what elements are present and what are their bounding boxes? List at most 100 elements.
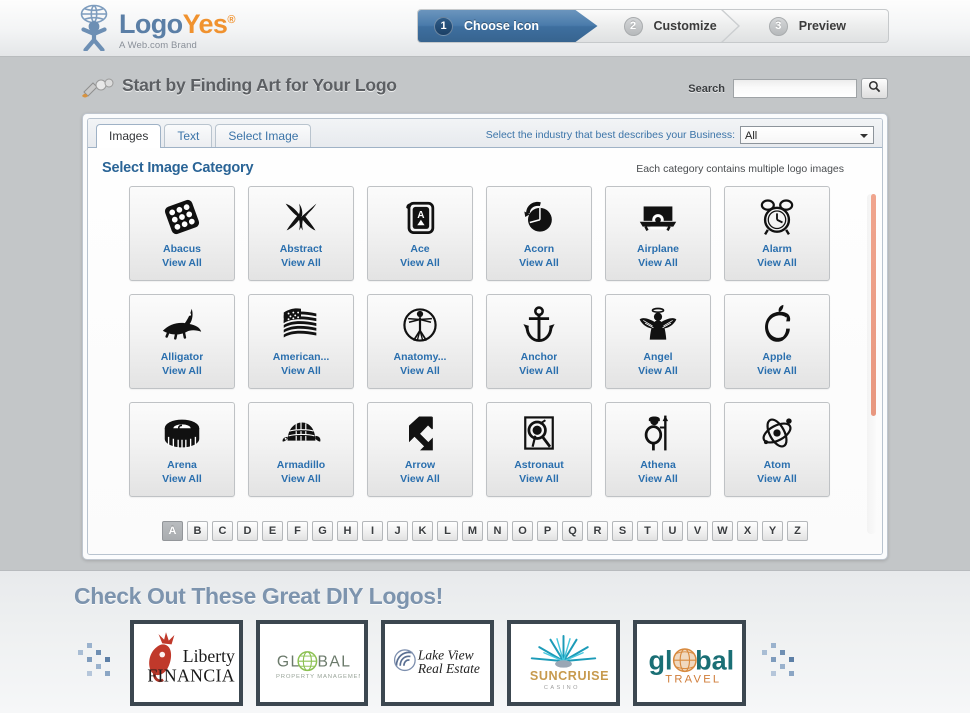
category-view-all-link[interactable]: View All	[400, 364, 440, 378]
logo-card-global-travel[interactable]: gl bal TRAVEL	[633, 620, 746, 706]
category-name: Alligator	[160, 351, 204, 363]
scrollbar-thumb[interactable]	[871, 194, 876, 416]
section-note: Each category contains multiple logo ima…	[636, 163, 844, 175]
category-tile[interactable]: Arrow View All	[367, 402, 473, 497]
step-choose-icon[interactable]: 1 Choose Icon	[418, 10, 598, 42]
alphabet-letter-k[interactable]: K	[412, 521, 433, 541]
alphabet-letter-o[interactable]: O	[512, 521, 533, 541]
alphabet-letter-s[interactable]: S	[612, 521, 633, 541]
alphabet-letter-i[interactable]: I	[362, 521, 383, 541]
logo-card-lake-view-real-estate[interactable]: Lake View Real Estate	[381, 620, 494, 706]
logo-card-suncruise-casino[interactable]: SUNCRUISE CASINO	[507, 620, 620, 706]
category-tile[interactable]: Arena View All	[129, 402, 235, 497]
category-view-all-link[interactable]: View All	[757, 364, 797, 378]
brand-tagline: A Web.com Brand	[119, 40, 197, 51]
step-label-1: Choose Icon	[464, 19, 540, 33]
industry-selector: Select the industry that best describes …	[486, 126, 874, 144]
alphabet-letter-g[interactable]: G	[312, 521, 333, 541]
category-view-all-link[interactable]: View All	[757, 472, 797, 486]
category-view-all-link[interactable]: View All	[400, 256, 440, 270]
acorn-icon	[487, 187, 591, 243]
search-input[interactable]	[733, 79, 857, 98]
logoyes-brand-logo[interactable]: LogoYes® A Web.com Brand	[72, 3, 235, 53]
alphabet-letter-q[interactable]: Q	[562, 521, 583, 541]
alphabet-letter-y[interactable]: Y	[762, 521, 783, 541]
alphabet-letter-t[interactable]: T	[637, 521, 658, 541]
showcase-title: Check Out These Great DIY Logos!	[74, 583, 443, 609]
tab-images[interactable]: Images	[96, 124, 162, 148]
category-tile[interactable]: Anchor View All	[486, 294, 592, 389]
category-tile[interactable]: Athena View All	[605, 402, 711, 497]
alphabet-letter-h[interactable]: H	[337, 521, 358, 541]
alphabet-letter-n[interactable]: N	[487, 521, 508, 541]
category-tile[interactable]: American... View All	[248, 294, 354, 389]
category-tile[interactable]: Airplane View All	[605, 186, 711, 281]
alphabet-letter-x[interactable]: X	[737, 521, 758, 541]
category-tile[interactable]: Anatomy... View All	[367, 294, 473, 389]
anchor-icon	[487, 295, 591, 351]
category-name: Athena	[640, 459, 676, 471]
alphabet-letter-f[interactable]: F	[287, 521, 308, 541]
category-tile[interactable]: Acorn View All	[486, 186, 592, 281]
category-view-all-link[interactable]: View All	[162, 364, 202, 378]
category-tile[interactable]: Atom View All	[724, 402, 830, 497]
category-tile[interactable]: Alligator View All	[129, 294, 235, 389]
svg-text:A: A	[417, 210, 425, 221]
alphabet-letter-v[interactable]: V	[687, 521, 708, 541]
category-name: Armadillo	[276, 459, 326, 471]
category-tile[interactable]: Armadillo View All	[248, 402, 354, 497]
svg-text:bal: bal	[695, 646, 734, 676]
category-view-all-link[interactable]: View All	[281, 256, 321, 270]
tab-select-image[interactable]: Select Image	[215, 124, 312, 147]
industry-selected-value: All	[745, 130, 758, 142]
category-view-all-link[interactable]: View All	[757, 256, 797, 270]
category-name: Angel	[643, 351, 673, 363]
alphabet-letter-c[interactable]: C	[212, 521, 233, 541]
category-view-all-link[interactable]: View All	[400, 472, 440, 486]
tab-text[interactable]: Text	[164, 124, 213, 147]
category-view-all-link[interactable]: View All	[162, 256, 202, 270]
step-preview[interactable]: 3 Preview	[743, 10, 888, 42]
logo-card-liberty-financial[interactable]: Liberty FINANCIAL	[130, 620, 243, 706]
category-tile[interactable]: A Ace View All	[367, 186, 473, 281]
brand-wordmark: LogoYes®	[119, 9, 235, 39]
category-tile[interactable]: Angel View All	[605, 294, 711, 389]
category-view-all-link[interactable]: View All	[162, 472, 202, 486]
alphabet-letter-w[interactable]: W	[712, 521, 733, 541]
category-view-all-link[interactable]: View All	[638, 364, 678, 378]
alphabet-letter-u[interactable]: U	[662, 521, 683, 541]
showcase-logo-cards: Liberty FINANCIAL GL BAL PROPERTY MANAGE…	[130, 620, 746, 706]
search-button[interactable]	[861, 78, 888, 99]
alphabet-letter-e[interactable]: E	[262, 521, 283, 541]
panel-tabs: Images Text Select Image Select the indu…	[88, 119, 882, 148]
category-tile[interactable]: Apple View All	[724, 294, 830, 389]
alphabet-letter-b[interactable]: B	[187, 521, 208, 541]
category-view-all-link[interactable]: View All	[519, 364, 559, 378]
category-tile[interactable]: Alarm View All	[724, 186, 830, 281]
alphabet-letter-l[interactable]: L	[437, 521, 458, 541]
step-number-3: 3	[768, 16, 788, 36]
alphabet-letter-j[interactable]: J	[387, 521, 408, 541]
alphabet-letter-p[interactable]: P	[537, 521, 558, 541]
alphabet-letter-m[interactable]: M	[462, 521, 483, 541]
alphabet-letter-r[interactable]: R	[587, 521, 608, 541]
category-view-all-link[interactable]: View All	[281, 364, 321, 378]
category-name: Abacus	[163, 243, 201, 255]
category-view-all-link[interactable]: View All	[281, 472, 321, 486]
category-view-all-link[interactable]: View All	[519, 472, 559, 486]
registered-mark: ®	[227, 14, 235, 26]
alphabet-letter-a[interactable]: A	[162, 521, 183, 541]
category-view-all-link[interactable]: View All	[519, 256, 559, 270]
step-customize[interactable]: 2 Customize	[598, 10, 743, 42]
category-tile[interactable]: Abacus View All	[129, 186, 235, 281]
category-tile[interactable]: Astronaut View All	[486, 402, 592, 497]
abstract-icon	[249, 187, 353, 243]
alphabet-letter-z[interactable]: Z	[787, 521, 808, 541]
category-view-all-link[interactable]: View All	[638, 256, 678, 270]
category-tile[interactable]: Abstract View All	[248, 186, 354, 281]
logo-card-global-property-management[interactable]: GL BAL PROPERTY MANAGEMENT	[256, 620, 368, 706]
category-view-all-link[interactable]: View All	[638, 472, 678, 486]
brand-name-yes: Yes	[182, 9, 228, 39]
industry-dropdown[interactable]: All	[740, 126, 874, 144]
alphabet-letter-d[interactable]: D	[237, 521, 258, 541]
